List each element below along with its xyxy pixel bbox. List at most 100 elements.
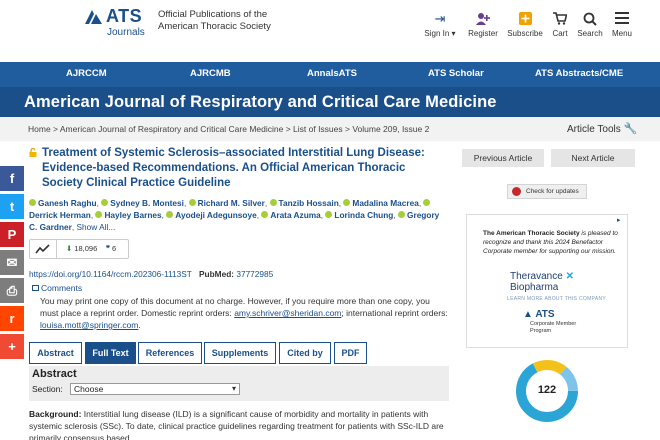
breadcrumb[interactable]: Home > American Journal of Respiratory a… [28,124,429,134]
cart-button[interactable]: Cart [549,12,571,38]
menu-button[interactable]: Menu [610,12,634,38]
doi-link[interactable]: https://doi.org/10.1164/rccm.202306-1113… [29,269,192,279]
author-link[interactable]: Lorinda Chung [325,210,393,220]
downloads-value: 18,096 [74,244,98,253]
citations-value: 6 [112,244,117,253]
author-name: Lorinda Chung [334,210,394,220]
author-link[interactable]: Richard M. Silver [188,198,265,208]
tab-cited-by[interactable]: Cited by [279,342,331,364]
ad-logo-text: ATS [535,309,555,320]
site-header: ATS Journals Official Publications of th… [0,0,660,58]
nav-annalsats[interactable]: AnnalsATS [307,68,357,79]
pinterest-icon: P [7,227,17,242]
share-print-button[interactable]: ⎙ [0,278,24,303]
register-button[interactable]: Register [467,12,499,38]
nav-ajrcmb[interactable]: AJRCMB [190,68,231,79]
breadcrumb-bar: Home > American Journal of Respiratory a… [0,117,660,141]
ats-journals-logo[interactable]: ATS Journals [82,6,148,40]
tab-supplements[interactable]: Supplements [204,342,276,364]
sponsor-mark-icon: ✕ [562,271,574,282]
search-label: Search [577,29,603,38]
pubmed-link[interactable]: 37772985 [236,269,273,279]
sponsor-logo: Theravance ✕ Biopharma [510,271,574,293]
journal-title[interactable]: American Journal of Respiratory and Crit… [24,93,497,112]
share-more-button[interactable]: + [0,334,24,359]
ad-ats-logo: ▲ ATS [523,309,555,320]
trend-icon [35,244,50,254]
ad-corporate-program: Corporate Member Program [530,321,576,335]
altmetric-score: 122 [537,384,557,396]
article-tools-label: Article Tools [567,124,621,135]
check-for-updates-label: Check for updates [526,188,579,195]
international-reprint-email[interactable]: louisa.mott@springer.com [40,320,138,330]
author-link[interactable]: Madalina Macrea [343,198,419,208]
share-pinterest-button[interactable]: P [0,222,24,247]
metrics-divider [56,240,57,258]
share-twitter-button[interactable]: t [0,194,24,219]
author-link[interactable]: Hayley Barnes [95,210,162,220]
search-icon [576,12,604,26]
author-link[interactable]: Ayodeji Adegunsoye [166,210,257,220]
author-link[interactable]: Arata Azuma [261,210,321,220]
ad-info-icon[interactable]: ▸ [617,217,625,225]
author-link[interactable]: Tanzib Hossain [269,198,339,208]
author-link[interactable]: Ganesh Raghu [29,198,97,208]
section-select[interactable]: Choose ▾ [70,383,240,395]
background-text: Interstitial lung disease (ILD) is a sig… [29,409,444,440]
nav-ats-abstracts-cme[interactable]: ATS Abstracts/CME [535,68,623,79]
subscribe-label: Subscribe [507,29,543,38]
next-article-button[interactable]: Next Article [551,149,635,167]
comments-label: Comments [41,283,83,293]
altmetric-badge[interactable]: 122 [515,359,579,423]
comment-icon [32,285,39,291]
share-email-button[interactable]: ✉ [0,250,24,275]
menu-label: Menu [611,29,632,38]
article-title: Treatment of Systemic Sclerosis–associat… [42,147,425,189]
sign-in-icon: ⇥ [434,11,446,26]
subscribe-button[interactable]: Subscribe [506,12,544,38]
background-label: Background: [29,409,82,419]
reprint-end: . [138,320,141,330]
author-name: Sydney B. Montesi [110,198,184,208]
author-name: Arata Azuma [270,210,321,220]
author-name: Tanzib Hossain [278,198,339,208]
article-metrics[interactable]: ⬇ 18,096 ❞ 6 [29,239,129,259]
comments-link[interactable]: Comments [32,283,82,293]
tab-pdf[interactable]: PDF [334,342,367,364]
article-tools-button[interactable]: Article Tools 🔧 [567,122,637,135]
previous-article-button[interactable]: Previous Article [462,149,544,167]
tab-full-text[interactable]: Full Text [85,342,136,364]
ad-corp-line1: Corporate Member [530,321,577,327]
show-all-authors-link[interactable]: Show All... [77,222,116,232]
sponsor-name-line1: Theravance [510,271,563,282]
nav-ajrccm[interactable]: AJRCCM [66,68,107,79]
domestic-reprint-email[interactable]: amy.schriver@sheridan.com [234,308,341,318]
reddit-icon: r [9,311,15,326]
nav-ats-scholar[interactable]: ATS Scholar [428,68,484,79]
register-icon [467,12,499,26]
tab-references[interactable]: References [138,342,202,364]
citations-count: ❞ 6 [106,244,116,253]
tab-abstract[interactable]: Abstract [29,342,82,364]
author-name: Madalina Macrea [352,198,419,208]
ad-learn-more[interactable]: LEARN MORE ABOUT THIS COMPANY [507,296,606,302]
orcid-icon [398,211,406,218]
author-link[interactable]: Sydney B. Montesi [101,198,184,208]
author-name: Hayley Barnes [104,210,162,220]
author-name: Derrick Herman [29,210,91,220]
sponsor-advertisement[interactable]: ▸ The American Thoracic Society is pleas… [466,214,628,348]
sign-in-button[interactable]: ⇥ Sign In ▾ [424,11,456,39]
share-facebook-button[interactable]: f [0,166,24,191]
ats-logo-mark-icon [85,10,102,24]
orcid-icon [95,211,103,218]
search-button[interactable]: Search [576,12,604,38]
cart-label: Cart [552,29,568,38]
share-reddit-button[interactable]: r [0,306,24,331]
orcid-icon [423,199,431,206]
download-icon: ⬇ [66,244,73,253]
more-icon: + [8,339,16,354]
ad-message: The American Thoracic Society is pleased… [483,229,623,256]
orcid-icon [261,211,269,218]
check-for-updates-button[interactable]: Check for updates [507,184,587,199]
chevron-down-icon: ▾ [231,384,236,393]
